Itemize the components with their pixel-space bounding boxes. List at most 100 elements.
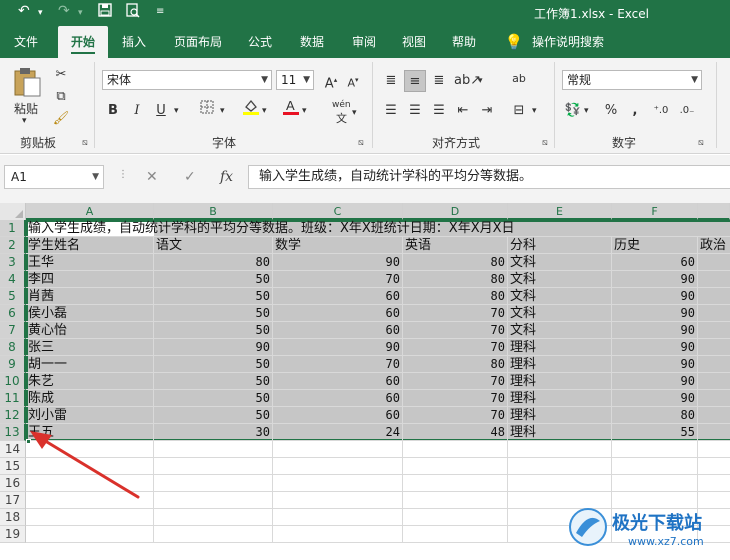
table-cell[interactable]: 文科	[508, 322, 612, 339]
table-cell[interactable]: 90	[154, 339, 273, 356]
decrease-indent-icon[interactable]: ⇤	[452, 100, 474, 122]
table-cell[interactable]: 70	[273, 271, 403, 288]
cell[interactable]	[403, 509, 508, 526]
table-cell[interactable]: 90	[612, 322, 698, 339]
cell[interactable]	[612, 458, 698, 475]
font-launcher-icon[interactable]: ⧅	[358, 138, 364, 148]
table-cell[interactable]: 理科	[508, 424, 612, 441]
table-cell[interactable]: 60	[273, 322, 403, 339]
title-cell[interactable]: 输入学生成绩，自动统计学科的平均分等数据。班级：X年X班统计日期：X年X月X日	[26, 220, 730, 237]
table-cell[interactable]	[698, 288, 730, 305]
table-cell[interactable]: 90	[612, 390, 698, 407]
align-bottom-icon[interactable]: ≣	[428, 70, 450, 92]
bold-button[interactable]: B	[102, 100, 124, 122]
table-cell[interactable]: 50	[154, 407, 273, 424]
cell[interactable]	[698, 458, 730, 475]
select-all-button[interactable]	[0, 203, 26, 220]
cell[interactable]	[508, 458, 612, 475]
table-cell[interactable]: 90	[612, 288, 698, 305]
column-header-g[interactable]	[698, 203, 730, 220]
align-top-icon[interactable]: ≣	[380, 70, 402, 92]
print-preview-icon[interactable]	[126, 3, 140, 22]
increase-indent-icon[interactable]: ⇥	[476, 100, 498, 122]
header-cell[interactable]: 英语	[403, 237, 508, 254]
table-cell[interactable]: 24	[273, 424, 403, 441]
cell[interactable]	[26, 526, 154, 543]
cell[interactable]	[612, 475, 698, 492]
table-cell[interactable]	[698, 424, 730, 441]
table-cell[interactable]: 50	[154, 356, 273, 373]
table-cell[interactable]: 55	[612, 424, 698, 441]
column-header-c[interactable]: C	[273, 203, 403, 220]
fill-color-dropdown-icon[interactable]: ▾	[262, 106, 267, 116]
table-cell[interactable]: 50	[154, 305, 273, 322]
table-cell[interactable]: 70	[403, 390, 508, 407]
decrease-font-icon[interactable]: A▾	[342, 69, 364, 91]
tab-view[interactable]: 视图	[392, 26, 436, 58]
table-cell[interactable]: 60	[273, 373, 403, 390]
header-cell[interactable]: 学生姓名	[26, 237, 154, 254]
align-left-icon[interactable]: ☰	[380, 100, 402, 122]
cell[interactable]	[273, 441, 403, 458]
table-cell[interactable]: 侯小磊	[26, 305, 154, 322]
percent-icon[interactable]: %	[600, 100, 622, 122]
save-icon[interactable]	[98, 3, 112, 21]
underline-button[interactable]: U	[150, 100, 172, 122]
table-cell[interactable]: 90	[612, 356, 698, 373]
phonetic-guide-icon[interactable]: wén	[332, 100, 351, 110]
row-header[interactable]: 2	[0, 237, 26, 254]
table-cell[interactable]: 70	[403, 373, 508, 390]
table-cell[interactable]: 90	[612, 271, 698, 288]
tell-me-search[interactable]: 操作说明搜索	[528, 26, 608, 58]
table-cell[interactable]: 李四	[26, 271, 154, 288]
table-cell[interactable]: 文科	[508, 305, 612, 322]
table-cell[interactable]	[698, 322, 730, 339]
cell[interactable]	[273, 458, 403, 475]
table-cell[interactable]: 刘小雷	[26, 407, 154, 424]
orientation-dropdown-icon[interactable]: ▾	[478, 76, 483, 86]
paste-dropdown-icon[interactable]: ▾	[22, 116, 27, 126]
table-cell[interactable]: 80	[403, 254, 508, 271]
italic-button[interactable]: I	[126, 100, 148, 122]
number-launcher-icon[interactable]: ⧅	[698, 138, 704, 148]
row-header[interactable]: 11	[0, 390, 26, 407]
row-header[interactable]: 4	[0, 271, 26, 288]
tab-formulas[interactable]: 公式	[238, 26, 282, 58]
table-cell[interactable]: 文科	[508, 271, 612, 288]
cell[interactable]	[273, 509, 403, 526]
cell[interactable]	[403, 441, 508, 458]
borders-dropdown-icon[interactable]: ▾	[220, 106, 225, 116]
table-cell[interactable]: 80	[154, 254, 273, 271]
row-header[interactable]: 10	[0, 373, 26, 390]
table-cell[interactable]	[698, 390, 730, 407]
cell[interactable]	[154, 492, 273, 509]
increase-decimal-icon[interactable]: ⁺.0	[650, 100, 672, 122]
table-cell[interactable]: 48	[403, 424, 508, 441]
font-color-dropdown-icon[interactable]: ▾	[302, 106, 307, 116]
table-cell[interactable]: 30	[154, 424, 273, 441]
cell[interactable]	[154, 458, 273, 475]
table-cell[interactable]: 50	[154, 322, 273, 339]
table-cell[interactable]: 80	[403, 356, 508, 373]
orientation-icon[interactable]: ab↗	[454, 70, 481, 92]
underline-dropdown-icon[interactable]: ▾	[174, 106, 179, 116]
table-cell[interactable]: 陈成	[26, 390, 154, 407]
merge-center-icon[interactable]: ⊟	[508, 100, 530, 122]
font-size-combo[interactable]: 11 ▼	[276, 70, 314, 90]
paste-label[interactable]: 粘贴	[14, 100, 38, 117]
wrap-text-icon[interactable]: ab	[508, 68, 530, 90]
undo-dropdown-icon[interactable]: ▾	[38, 8, 43, 18]
cell[interactable]	[403, 526, 508, 543]
column-header-f[interactable]: F	[612, 203, 698, 220]
phonetic-dropdown-icon[interactable]: ▾	[352, 108, 357, 118]
row-header[interactable]: 5	[0, 288, 26, 305]
column-header-a[interactable]: A	[26, 203, 154, 220]
table-cell[interactable]: 60	[273, 407, 403, 424]
alignment-launcher-icon[interactable]: ⧅	[542, 138, 548, 148]
align-center-icon[interactable]: ☰	[404, 100, 426, 122]
table-cell[interactable]: 理科	[508, 407, 612, 424]
table-cell[interactable]: 90	[612, 339, 698, 356]
header-cell[interactable]: 历史	[612, 237, 698, 254]
tab-insert[interactable]: 插入	[112, 26, 156, 58]
table-cell[interactable]: 理科	[508, 390, 612, 407]
